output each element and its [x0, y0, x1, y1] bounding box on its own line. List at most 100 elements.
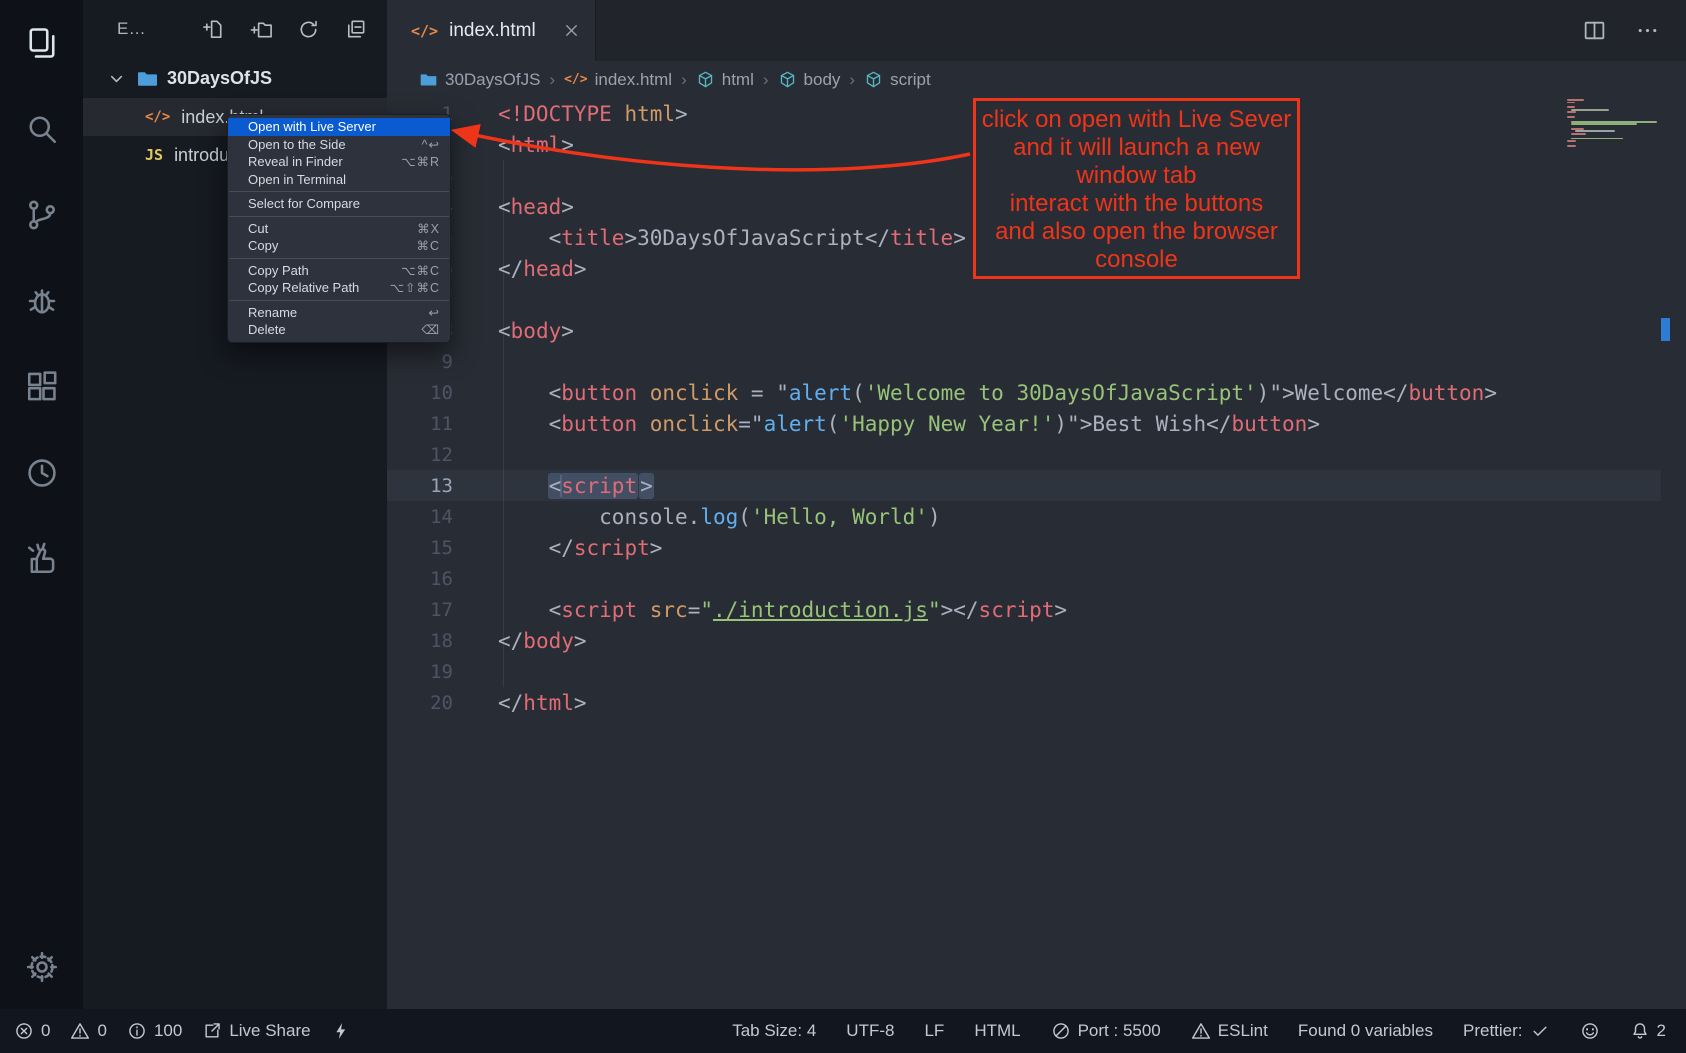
menu-item-copy[interactable]: Copy⌘C — [228, 237, 450, 255]
breadcrumb: 30DaysOfJS›</>index.html›html›body›scrip… — [387, 61, 1686, 98]
new-folder-icon[interactable] — [250, 18, 273, 41]
menu-shortcut: ⌥⌘C — [401, 263, 440, 278]
status-language[interactable]: HTML — [974, 1021, 1020, 1041]
menu-item-open-with-live-server[interactable]: Open with Live Server — [228, 118, 450, 136]
line-number: 16 — [387, 568, 453, 590]
breadcrumb-index.html[interactable]: </>index.html — [564, 70, 672, 90]
more-actions-icon[interactable] — [1635, 18, 1660, 43]
line-number: 18 — [387, 630, 453, 652]
explorer-title: E… — [117, 19, 146, 39]
breadcrumb-label: script — [890, 70, 931, 90]
status-tab-size[interactable]: Tab Size: 4 — [732, 1021, 816, 1041]
line-number: 17 — [387, 599, 453, 621]
folder-label: 30DaysOfJS — [167, 68, 272, 89]
collapse-all-icon[interactable] — [344, 18, 367, 41]
line-number: 20 — [387, 692, 453, 714]
line-number: 10 — [387, 382, 453, 404]
refresh-icon[interactable] — [297, 18, 320, 41]
breadcrumb-label: html — [722, 70, 754, 90]
activitybar-extensions[interactable] — [0, 344, 83, 430]
breadcrumb-script[interactable]: script — [864, 70, 931, 90]
status-errors[interactable]: 0 — [14, 1021, 50, 1041]
activitybar-history[interactable] — [0, 430, 83, 516]
context-menu: Open with Live ServerOpen to the Side^↩R… — [227, 114, 451, 343]
status-warnings[interactable]: 0 — [70, 1021, 106, 1041]
status-info[interactable]: 100 — [127, 1021, 182, 1041]
explorer-toolbar — [203, 18, 367, 41]
activity-bar — [0, 0, 83, 1009]
code-line-13: 13 <script> — [387, 470, 1661, 501]
folder-row-30daysofjs[interactable]: 30DaysOfJS — [83, 58, 387, 98]
menu-item-select-for-compare[interactable]: Select for Compare — [228, 195, 450, 213]
activitybar-feedback[interactable] — [0, 516, 83, 602]
tab-bar: </> index.html — [387, 0, 1686, 61]
breadcrumb-separator: › — [849, 70, 855, 90]
code-line-10: 10 <button onclick = "alert('Welcome to … — [387, 377, 1661, 408]
breadcrumb-body[interactable]: body — [778, 70, 841, 90]
activitybar-explorer[interactable] — [0, 0, 83, 86]
status-port-label: Port : 5500 — [1078, 1021, 1161, 1041]
activitybar-settings[interactable] — [0, 925, 83, 1009]
split-editor-icon[interactable] — [1582, 18, 1607, 43]
status-eslint-label: ESLint — [1218, 1021, 1268, 1041]
cube-icon — [864, 70, 883, 89]
menu-separator — [229, 216, 449, 217]
debug-icon — [24, 283, 60, 319]
tab-index-html[interactable]: </> index.html — [387, 0, 596, 61]
status-eol-label: LF — [924, 1021, 944, 1041]
code-line-9: 9 — [387, 346, 1661, 377]
menu-item-reveal-in-finder[interactable]: Reveal in Finder⌥⌘R — [228, 153, 450, 171]
annotation-line: window tab — [976, 162, 1297, 190]
new-file-icon[interactable] — [203, 18, 226, 41]
breadcrumb-30DaysOfJS[interactable]: 30DaysOfJS — [419, 70, 540, 90]
menu-item-open-in-terminal[interactable]: Open in Terminal — [228, 171, 450, 189]
status-tab-size-label: Tab Size: 4 — [732, 1021, 816, 1041]
status-eol[interactable]: LF — [924, 1021, 944, 1041]
status-live-share[interactable]: Live Share — [202, 1021, 310, 1041]
menu-item-delete[interactable]: Delete⌫ — [228, 321, 450, 339]
status-variables[interactable]: Found 0 variables — [1298, 1021, 1433, 1041]
check-icon — [1530, 1021, 1550, 1041]
source-control-icon — [24, 197, 60, 233]
activitybar-run-debug[interactable] — [0, 258, 83, 344]
menu-shortcut: ^↩ — [422, 137, 440, 152]
menu-item-copy-relative-path[interactable]: Copy Relative Path⌥⇧⌘C — [228, 279, 450, 297]
explorer-header: E… — [83, 0, 387, 58]
breadcrumb-label: body — [804, 70, 841, 90]
search-icon — [24, 111, 60, 147]
status-prettier[interactable]: Prettier: — [1463, 1021, 1550, 1041]
menu-item-cut[interactable]: Cut⌘X — [228, 220, 450, 238]
activitybar-search[interactable] — [0, 86, 83, 172]
vscode-window: E… 30DaysOfJS </>index.htmlJSintroductio… — [0, 0, 1686, 1053]
code-line-18: 18</body> — [387, 625, 1661, 656]
status-flash[interactable] — [331, 1021, 351, 1041]
menu-shortcut: ⌘X — [417, 221, 440, 236]
status-notifications[interactable]: 2 — [1630, 1021, 1666, 1041]
port-icon — [1051, 1021, 1071, 1041]
editor-actions — [1582, 0, 1686, 61]
menu-item-rename[interactable]: Rename↩ — [228, 304, 450, 322]
annotation-box: click on open with Live Severand it will… — [973, 98, 1300, 279]
status-feedback[interactable] — [1580, 1021, 1600, 1041]
status-eslint[interactable]: ESLint — [1191, 1021, 1268, 1041]
chevron-down-icon — [105, 67, 128, 90]
cube-icon — [696, 70, 715, 89]
status-port[interactable]: Port : 5500 — [1051, 1021, 1161, 1041]
menu-item-open-to-the-side[interactable]: Open to the Side^↩ — [228, 136, 450, 154]
minimap[interactable] — [1567, 99, 1659, 147]
line-number: 12 — [387, 444, 453, 466]
status-variables-label: Found 0 variables — [1298, 1021, 1433, 1041]
line-number: 19 — [387, 661, 453, 683]
line-number: 15 — [387, 537, 453, 559]
menu-separator — [229, 191, 449, 192]
breadcrumb-html[interactable]: html — [696, 70, 754, 90]
menu-item-copy-path[interactable]: Copy Path⌥⌘C — [228, 262, 450, 280]
code-line-14: 14 console.log('Hello, World') — [387, 501, 1661, 532]
status-errors-label: 0 — [41, 1021, 50, 1041]
activitybar-source-control[interactable] — [0, 172, 83, 258]
status-encoding[interactable]: UTF-8 — [846, 1021, 894, 1041]
warning-icon — [1191, 1021, 1211, 1041]
menu-shortcut: ⌥⇧⌘C — [390, 280, 440, 295]
status-prettier-label: Prettier: — [1463, 1021, 1523, 1041]
close-tab-icon[interactable] — [562, 21, 581, 40]
